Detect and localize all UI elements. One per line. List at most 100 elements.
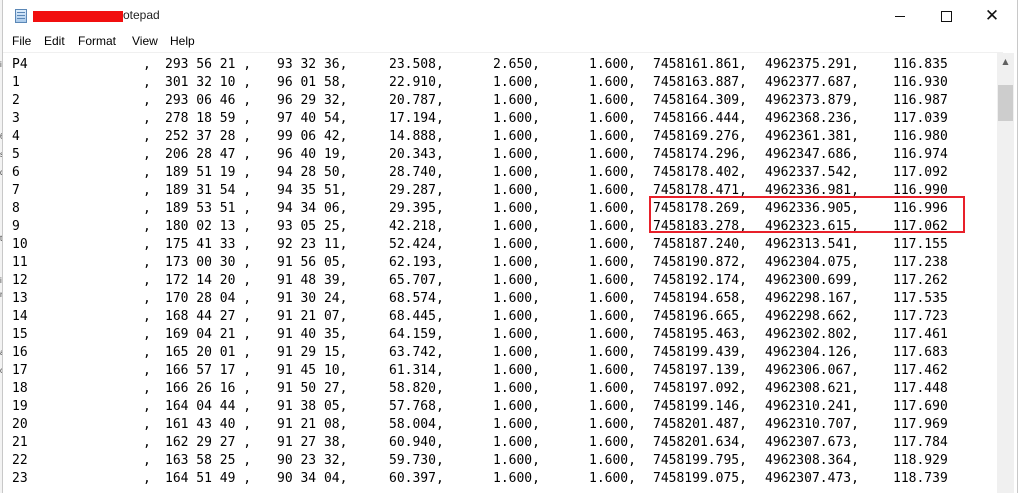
northing-text: 4962302.802, xyxy=(765,327,859,342)
distance-text: 58.004, xyxy=(389,417,444,432)
target-height-text: 1.600, xyxy=(493,93,540,108)
separator-text: , xyxy=(143,57,151,72)
vertical-angle-text: 91 48 39, xyxy=(277,273,348,288)
maximize-button[interactable] xyxy=(923,0,969,32)
elevation-text: 117.062 xyxy=(893,219,948,234)
elevation-text: 117.461 xyxy=(893,327,948,342)
easting-text: 7458199.795, xyxy=(653,453,747,468)
menu-help[interactable]: Help xyxy=(170,34,195,48)
point-id-text: 6 xyxy=(12,165,20,180)
point-id-text: 18 xyxy=(12,381,28,396)
scroll-up-arrow-icon[interactable]: ▲ xyxy=(997,53,1014,70)
easting-text: 7458161.861, xyxy=(653,57,747,72)
notepad-app-icon xyxy=(15,9,27,23)
vertical-angle-text: 94 28 50, xyxy=(277,165,348,180)
horizontal-angle-text: 278 18 59 , xyxy=(165,111,252,126)
instrument-height-text: 1.600, xyxy=(589,435,636,450)
instrument-height-text: 1.600, xyxy=(589,147,636,162)
minimize-button[interactable] xyxy=(877,0,923,32)
easting-text: 7458196.665, xyxy=(653,309,747,324)
horizontal-angle-text: 189 51 19 , xyxy=(165,165,252,180)
easting-text: 7458187.240, xyxy=(653,237,747,252)
instrument-height-text: 1.600, xyxy=(589,471,636,486)
menu-format[interactable]: Format xyxy=(78,34,116,48)
instrument-height-text: 1.600, xyxy=(589,237,636,252)
elevation-text: 116.974 xyxy=(893,147,948,162)
menu-file[interactable]: File xyxy=(12,34,31,48)
point-id-text: 3 xyxy=(12,111,20,126)
easting-text: 7458197.139, xyxy=(653,363,747,378)
instrument-height-text: 1.600, xyxy=(589,291,636,306)
point-id-text: 10 xyxy=(12,237,28,252)
separator-text: , xyxy=(143,345,151,360)
instrument-height-text: 1.600, xyxy=(589,273,636,288)
elevation-text: 116.987 xyxy=(893,93,948,108)
point-id-text: 5 xyxy=(12,147,20,162)
point-id-text: 20 xyxy=(12,417,28,432)
horizontal-angle-text: 293 56 21 , xyxy=(165,57,252,72)
northing-text: 4962308.621, xyxy=(765,381,859,396)
easting-text: 7458183.278, xyxy=(653,219,747,234)
point-id-text: 14 xyxy=(12,309,28,324)
close-button[interactable]: ✕ xyxy=(969,0,1015,32)
target-height-text: 1.600, xyxy=(493,183,540,198)
elevation-text: 117.092 xyxy=(893,165,948,180)
distance-text: 64.159, xyxy=(389,327,444,342)
point-id-text: 9 xyxy=(12,219,20,234)
easting-text: 7458178.402, xyxy=(653,165,747,180)
horizontal-angle-text: 166 26 16 , xyxy=(165,381,252,396)
menu-edit[interactable]: Edit xyxy=(44,34,65,48)
instrument-height-text: 1.600, xyxy=(589,75,636,90)
easting-text: 7458197.092, xyxy=(653,381,747,396)
vertical-scrollbar[interactable]: ▲ xyxy=(997,53,1014,493)
instrument-height-text: 1.600, xyxy=(589,93,636,108)
horizontal-angle-text: 164 04 44 , xyxy=(165,399,252,414)
distance-text: 20.787, xyxy=(389,93,444,108)
northing-text: 4962307.473, xyxy=(765,471,859,486)
elevation-text: 118.929 xyxy=(893,453,948,468)
separator-text: , xyxy=(143,309,151,324)
point-id-text: 21 xyxy=(12,435,28,450)
menu-view[interactable]: View xyxy=(132,34,158,48)
distance-text: 29.395, xyxy=(389,201,444,216)
point-id-text: 16 xyxy=(12,345,28,360)
easting-text: 7458178.471, xyxy=(653,183,747,198)
northing-text: 4962306.067, xyxy=(765,363,859,378)
vertical-angle-text: 91 56 05, xyxy=(277,255,348,270)
vertical-angle-text: 91 21 08, xyxy=(277,417,348,432)
vertical-angle-text: 93 32 36, xyxy=(277,57,348,72)
easting-text: 7458199.439, xyxy=(653,345,747,360)
northing-text: 4962361.381, xyxy=(765,129,859,144)
vertical-angle-text: 96 29 32, xyxy=(277,93,348,108)
separator-text: , xyxy=(143,363,151,378)
vertical-angle-text: 91 38 05, xyxy=(277,399,348,414)
distance-text: 65.707, xyxy=(389,273,444,288)
text-editor-area[interactable]: P4, 293 56 21 , 93 32 36, 23.508, 2.650, 1.60… xyxy=(3,53,997,493)
separator-text: , xyxy=(143,291,151,306)
elevation-text: 116.996 xyxy=(893,201,948,216)
instrument-height-text: 1.600, xyxy=(589,183,636,198)
separator-text: , xyxy=(143,237,151,252)
target-height-text: 1.600, xyxy=(493,471,540,486)
scroll-thumb[interactable] xyxy=(998,85,1013,121)
vertical-angle-text: 91 40 35, xyxy=(277,327,348,342)
target-height-text: 1.600, xyxy=(493,111,540,126)
northing-text: 4962336.981, xyxy=(765,183,859,198)
vertical-angle-text: 91 29 15, xyxy=(277,345,348,360)
vertical-angle-text: 91 45 10, xyxy=(277,363,348,378)
easting-text: 7458190.872, xyxy=(653,255,747,270)
distance-text: 59.730, xyxy=(389,453,444,468)
easting-text: 7458163.887, xyxy=(653,75,747,90)
vertical-angle-text: 90 34 04, xyxy=(277,471,348,486)
instrument-height-text: 1.600, xyxy=(589,165,636,180)
target-height-text: 1.600, xyxy=(493,345,540,360)
separator-text: , xyxy=(143,273,151,288)
instrument-height-text: 1.600, xyxy=(589,381,636,396)
instrument-height-text: 1.600, xyxy=(589,399,636,414)
title-bar[interactable]: otepad ✕ xyxy=(3,0,1017,32)
northing-text: 4962336.905, xyxy=(765,201,859,216)
target-height-text: 1.600, xyxy=(493,165,540,180)
instrument-height-text: 1.600, xyxy=(589,201,636,216)
instrument-height-text: 1.600, xyxy=(589,111,636,126)
northing-text: 4962308.364, xyxy=(765,453,859,468)
